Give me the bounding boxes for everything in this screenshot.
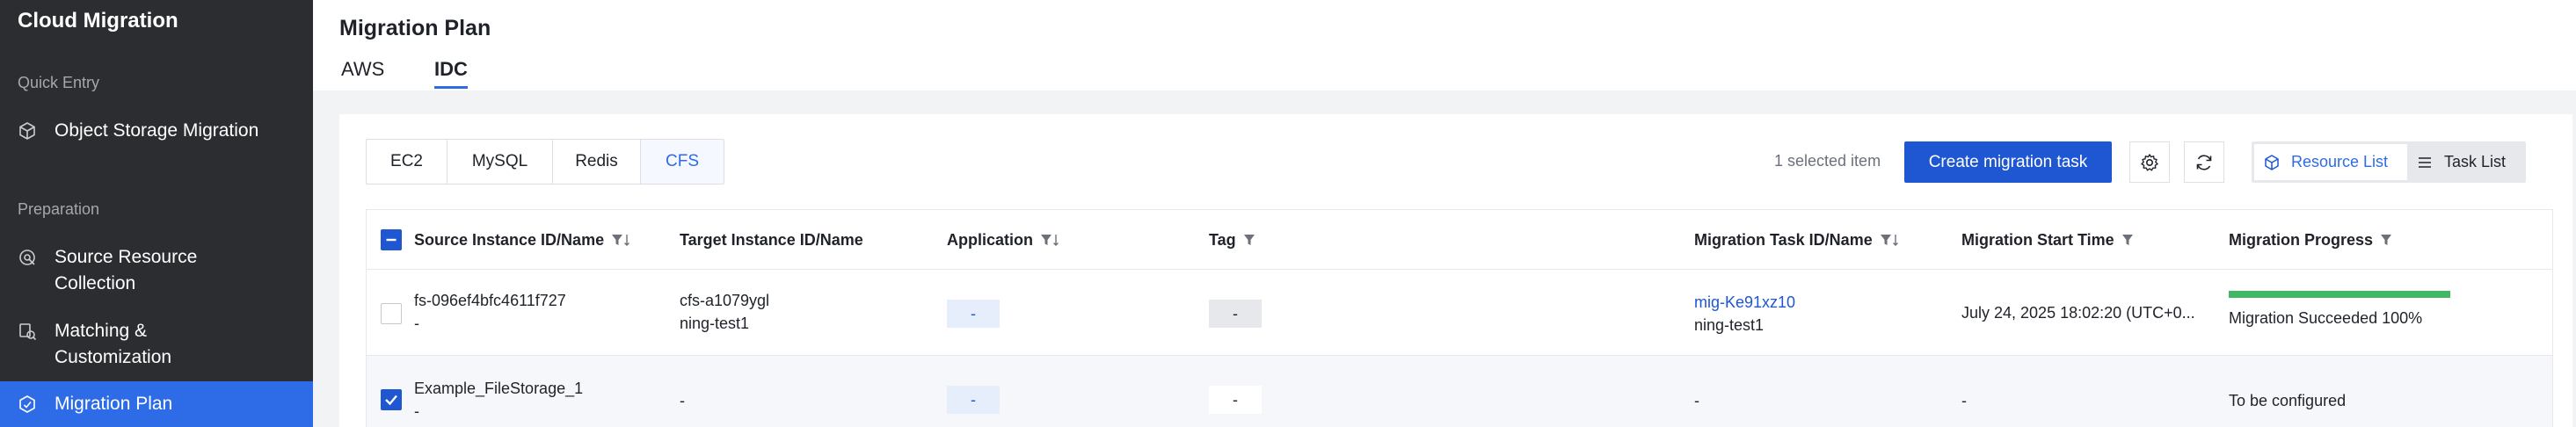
filter-sort-icon[interactable] xyxy=(1880,233,1901,247)
source-instance-name: - xyxy=(414,315,419,332)
col-tag[interactable]: Tag xyxy=(1209,210,1264,270)
col-label: Migration Progress xyxy=(2229,230,2374,249)
tag-badge: - xyxy=(1209,300,1262,328)
page-title: Migration Plan xyxy=(339,16,491,40)
migration-start-time: July 24, 2025 18:02:20 (UTC+0... xyxy=(1961,304,2195,322)
cube-icon xyxy=(19,122,35,140)
match-icon xyxy=(19,323,37,341)
filter-sort-icon[interactable] xyxy=(1040,233,1061,247)
resource-list-view-button[interactable]: Resource List xyxy=(2254,144,2407,180)
filter-sort-icon[interactable] xyxy=(611,233,632,247)
sidebar-item-migration-plan[interactable]: Migration Plan xyxy=(0,381,313,427)
list-icon xyxy=(2419,156,2431,168)
col-progress[interactable]: Migration Progress xyxy=(2229,210,2401,270)
table-header: Source Instance ID/Name Target Instance … xyxy=(367,210,2552,270)
section-quick-entry: Quick Entry xyxy=(18,74,100,91)
application-badge: - xyxy=(947,300,1000,328)
col-start-time[interactable]: Migration Start Time xyxy=(1961,210,2143,270)
resource-type-cfs[interactable]: CFS xyxy=(641,140,724,184)
sidebar-item-label: Object Storage Migration xyxy=(55,120,259,141)
minus-icon xyxy=(386,238,397,242)
col-label: Tag xyxy=(1209,230,1236,249)
table-row[interactable]: Example_FileStorage_1 - - - - - - To be … xyxy=(367,356,2552,427)
tag-badge: - xyxy=(1209,386,1262,414)
col-application[interactable]: Application xyxy=(947,210,1061,270)
migration-task-link[interactable]: mig-Ke91xz10 xyxy=(1694,291,1795,314)
app-title: Cloud Migration xyxy=(18,9,178,33)
refresh-button[interactable] xyxy=(2184,141,2224,183)
table-row[interactable]: fs-096ef4bfc4611f727 - cfs-a1079ygl ning… xyxy=(367,270,2552,356)
col-label: Source Instance ID/Name xyxy=(414,230,605,249)
resource-list-label: Resource List xyxy=(2291,153,2389,170)
row-checkbox[interactable] xyxy=(381,389,402,410)
migration-task-id: - xyxy=(1694,392,1699,409)
filter-icon[interactable] xyxy=(2121,233,2143,247)
application-badge: - xyxy=(947,386,1000,414)
sidebar-item-label: Source Resource Collection xyxy=(55,247,198,293)
page-header: Migration Plan AWS IDC xyxy=(313,0,2576,90)
col-target-instance: Target Instance ID/Name xyxy=(680,230,863,249)
sidebar-item-label: Migration Plan xyxy=(55,394,173,414)
resource-type-ec2[interactable]: EC2 xyxy=(367,140,448,184)
row-checkbox[interactable] xyxy=(381,303,402,324)
hexagon-plan-icon xyxy=(19,395,35,413)
target-instance-name: ning-test1 xyxy=(680,315,750,332)
resource-type-mysql[interactable]: MySQL xyxy=(448,140,553,184)
sidebar: Cloud Migration Quick Entry Object Stora… xyxy=(0,0,313,427)
sidebar-item-label: Matching & Customization xyxy=(55,321,172,367)
sidebar-item-matching-customization[interactable]: Matching & Customization xyxy=(0,318,313,371)
resource-table: Source Instance ID/Name Target Instance … xyxy=(366,209,2553,427)
progress-bar-fill xyxy=(2229,291,2450,298)
settings-button[interactable] xyxy=(2129,141,2170,183)
col-label: Application xyxy=(947,230,1033,249)
sidebar-item-source-resource-collection[interactable]: Source Resource Collection xyxy=(0,244,313,297)
resource-card: EC2 MySQL Redis CFS 1 selected item Crea… xyxy=(339,114,2572,427)
create-migration-task-button[interactable]: Create migration task xyxy=(1904,141,2112,183)
refresh-icon xyxy=(2196,154,2212,170)
progress-status: Migration Succeeded 100% xyxy=(2229,309,2423,327)
target-instance-id: - xyxy=(680,392,685,409)
view-toggle: Resource List Task List xyxy=(2252,141,2526,183)
resource-type-selector: EC2 MySQL Redis CFS xyxy=(366,139,724,185)
source-instance-id: Example_FileStorage_1 xyxy=(414,380,584,397)
source-instance-name: - xyxy=(414,402,419,420)
sidebar-item-object-storage-migration[interactable]: Object Storage Migration xyxy=(0,118,313,144)
source-instance-id: fs-096ef4bfc4611f727 xyxy=(414,292,566,309)
check-icon xyxy=(385,394,397,406)
selected-count: 1 selected item xyxy=(1774,152,1881,170)
target-instance-id: cfs-a1079ygl xyxy=(680,292,770,309)
task-list-view-button[interactable]: Task List xyxy=(2407,144,2521,180)
col-label: Migration Start Time xyxy=(1961,230,2114,249)
cube-icon xyxy=(2265,154,2279,170)
col-label: Migration Task ID/Name xyxy=(1694,230,1873,249)
filter-icon[interactable] xyxy=(2380,233,2401,247)
col-migration-task[interactable]: Migration Task ID/Name xyxy=(1694,210,1901,270)
migration-task-name: ning-test1 xyxy=(1694,316,1765,334)
task-list-label: Task List xyxy=(2444,153,2507,170)
migration-start-time: - xyxy=(1961,392,1967,409)
progress-bar xyxy=(2229,291,2450,298)
section-preparation: Preparation xyxy=(18,200,100,218)
tab-idc[interactable]: IDC xyxy=(434,58,468,89)
resource-type-redis[interactable]: Redis xyxy=(553,140,641,184)
col-source-instance[interactable]: Source Instance ID/Name xyxy=(414,210,632,270)
select-all-checkbox[interactable] xyxy=(381,229,402,250)
gear-icon xyxy=(2141,153,2158,170)
tab-aws[interactable]: AWS xyxy=(341,58,384,81)
progress-status: To be configured xyxy=(2229,392,2347,409)
filter-icon[interactable] xyxy=(1243,233,1264,247)
scan-icon xyxy=(19,250,35,265)
